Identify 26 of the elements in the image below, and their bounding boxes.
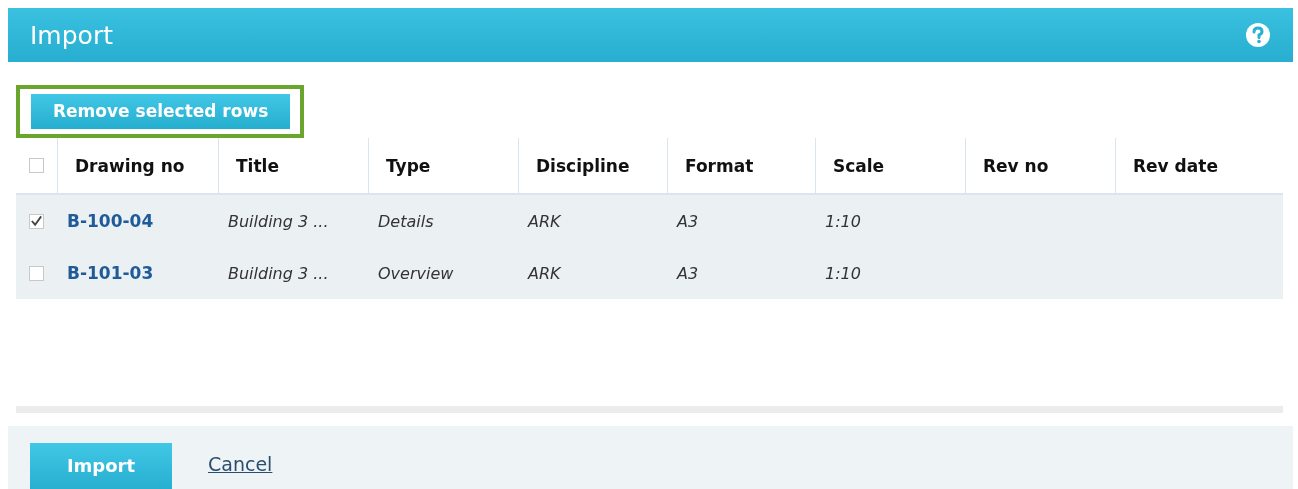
- checkbox[interactable]: [29, 213, 44, 229]
- table-cell-text: ARK: [526, 262, 562, 285]
- table-cell-text: Building 3 ...: [227, 262, 330, 285]
- table-cell-text: A3: [675, 210, 700, 233]
- table-cell-text: Overview: [377, 262, 455, 285]
- help-icon[interactable]: [1245, 22, 1271, 48]
- column-header[interactable]: Rev no: [965, 138, 1115, 193]
- column-header[interactable]: Type: [368, 138, 518, 193]
- table-cell-text: 1:10: [824, 262, 862, 285]
- column-header[interactable]: Format: [667, 138, 815, 193]
- checkbox[interactable]: [29, 158, 44, 173]
- column-header[interactable]: Discipline: [518, 138, 667, 193]
- column-header[interactable]: Rev date: [1115, 138, 1283, 193]
- dialog-title: Import: [30, 20, 113, 50]
- column-header[interactable]: Title: [218, 138, 368, 193]
- column-header[interactable]: Scale: [815, 138, 965, 193]
- drawing-link[interactable]: B-101-03: [57, 247, 218, 299]
- checkbox[interactable]: [29, 265, 44, 281]
- table-cell-text: ARK: [526, 210, 562, 233]
- table-cell-text: Building 3 ...: [227, 210, 330, 233]
- table-cell-text: 1:10: [824, 210, 862, 233]
- cancel-link[interactable]: Cancel: [208, 453, 273, 475]
- table-cell-text: A3: [675, 262, 700, 285]
- table-cell-text: Details: [377, 210, 435, 233]
- column-header[interactable]: Drawing no: [57, 138, 218, 193]
- drawing-link[interactable]: B-100-04: [57, 195, 218, 247]
